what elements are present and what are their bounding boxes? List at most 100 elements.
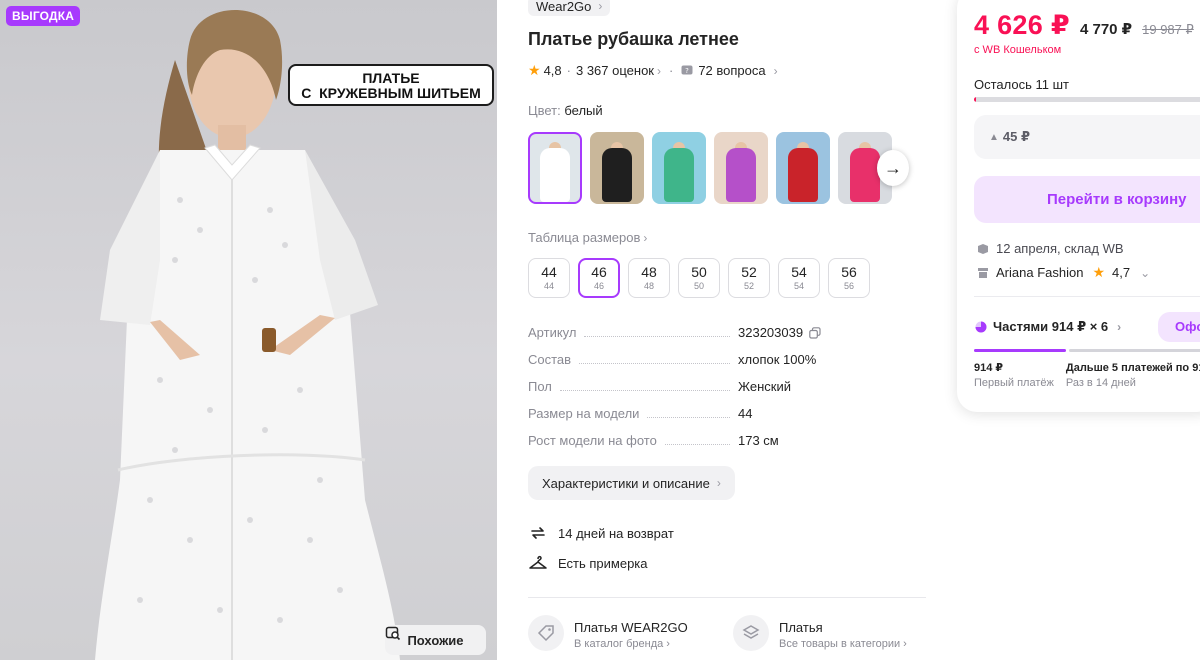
color-swatch-red[interactable] — [776, 132, 830, 204]
similar-button[interactable]: Похожие — [385, 625, 486, 655]
size-eu: 50 — [693, 281, 704, 291]
go-to-cart-button[interactable]: Перейти в корзину — [974, 176, 1200, 223]
param-value: 323203039 — [738, 325, 821, 340]
size-option[interactable]: 48 48 — [628, 258, 670, 298]
size-table-link[interactable]: Таблица размеров › — [528, 230, 647, 245]
param-row: Пол Женский — [528, 379, 928, 406]
tag-icon — [528, 615, 564, 651]
param-row: Размер на модели 44 — [528, 406, 928, 433]
param-dots — [664, 433, 730, 445]
stock-bar — [974, 97, 1200, 102]
color-swatches — [528, 132, 892, 204]
color-swatch-white[interactable] — [528, 132, 582, 204]
category-title: Платья — [779, 620, 823, 635]
wallet-price: 4 626 ₽ — [974, 10, 1070, 40]
triangle-up-icon: ▲ — [989, 131, 999, 143]
installments-progress — [974, 349, 1200, 352]
returns-text: 14 дней на возврат — [558, 525, 674, 541]
price-row: 4 626 ₽ 4 770 ₽ 19 987 ₽ — [974, 10, 1194, 41]
reviews-link[interactable]: 3 367 оценок › — [576, 63, 661, 78]
size-option[interactable]: 54 54 — [778, 258, 820, 298]
swatch-dress — [540, 148, 570, 202]
param-row: Состав хлопок 100% — [528, 352, 928, 379]
description-button[interactable]: Характеристики и описание › — [528, 466, 735, 500]
param-dots — [559, 379, 730, 391]
size-ru: 52 — [741, 264, 757, 280]
size-table-label: Таблица размеров — [528, 230, 641, 245]
param-value-text: 44 — [738, 406, 753, 421]
param-key: Пол — [528, 379, 738, 395]
size-eu: 54 — [793, 281, 804, 291]
param-key: Артикул — [528, 325, 738, 341]
param-key-text: Размер на модели — [528, 406, 640, 421]
copy-icon[interactable] — [809, 326, 821, 339]
description-button-label: Характеристики и описание — [542, 475, 710, 491]
size-option[interactable]: 50 50 — [678, 258, 720, 298]
return-arrows-icon — [531, 527, 545, 539]
question-bubble-icon: ? — [681, 65, 693, 75]
size-option[interactable]: 56 56 — [828, 258, 870, 298]
next-arrow-icon[interactable]: → — [877, 150, 909, 186]
seller-name: Ariana Fashion — [996, 265, 1084, 280]
photo-caption-line-1: ПЛАТЬЕ — [362, 70, 420, 86]
size-ru: 48 — [641, 264, 657, 280]
param-value: 44 — [738, 406, 752, 421]
swatch-dress — [850, 148, 880, 202]
price-drop-box[interactable]: ▲ 45 ₽ — [974, 115, 1200, 159]
param-key: Состав — [528, 352, 738, 368]
category-sub: Все товары в категории › — [779, 638, 907, 650]
first-payment: 914 ₽ Первый платёж — [974, 361, 1054, 389]
stock-text: Осталось 11 шт — [974, 77, 1069, 92]
seller-link[interactable]: Ariana Fashion ★ 4,7 ⌄ — [977, 264, 1150, 281]
color-swatch-black[interactable] — [590, 132, 644, 204]
size-eu: 52 — [743, 281, 754, 291]
color-swatch-violet[interactable] — [714, 132, 768, 204]
seller-rating: 4,7 — [1112, 265, 1131, 280]
delivery-info: 12 апреля, склад WB — [977, 241, 1124, 256]
divider — [974, 296, 1200, 297]
swatch-dress — [602, 148, 632, 202]
delivery-date: 12 апреля, склад WB — [996, 241, 1124, 256]
next-payments-sub: Раз в 14 дней — [1065, 377, 1136, 389]
chevron-right-icon: › — [656, 64, 661, 78]
price-card: 4 626 ₽ 4 770 ₽ 19 987 ₽ с WB Кошельком … — [957, 0, 1200, 412]
photo-caption-line-2: С КРУЖЕВНЫМ ШИТЬЕМ — [301, 85, 481, 101]
swatch-dress — [664, 148, 694, 202]
fitting-text: Есть примерка — [558, 555, 648, 571]
param-key-text: Рост модели на фото — [528, 433, 657, 448]
param-key-text: Состав — [528, 352, 572, 367]
chevron-down-icon: ⌄ — [1140, 265, 1151, 280]
param-key: Размер на модели — [528, 406, 738, 422]
installments-link[interactable]: Частями 914 ₽ × 6 › — [975, 319, 1121, 335]
size-option[interactable]: 44 44 — [528, 258, 570, 298]
image-search-icon — [385, 626, 401, 641]
size-option[interactable]: 52 52 — [728, 258, 770, 298]
param-key-text: Артикул — [528, 325, 577, 340]
size-eu: 46 — [593, 281, 604, 291]
hanger-icon — [529, 555, 547, 569]
next-payments: Дальше 5 платежей по 914 ₽ Раз в 14 дней — [1066, 361, 1200, 389]
questions-link[interactable]: ? 72 вопроса › — [681, 63, 778, 78]
old-price: 19 987 ₽ — [1142, 22, 1194, 37]
installments-schedule: 914 ₽ Первый платёж Дальше 5 платежей по… — [974, 361, 1200, 389]
photo-caption: ПЛАТЬЕ С КРУЖЕВНЫМ ШИТЬЕМ — [288, 64, 494, 106]
brand-catalog-link[interactable]: Платья WEAR2GO В каталог бренда › — [528, 615, 688, 651]
brand-link[interactable]: Wear2Go › — [528, 0, 611, 16]
questions-count: 72 вопроса — [698, 63, 766, 78]
size-option[interactable]: 46 46 — [578, 258, 620, 298]
color-value: белый — [564, 103, 603, 118]
category-link[interactable]: Платья Все товары в категории › — [733, 615, 907, 651]
param-dots — [584, 325, 730, 337]
deal-badge: ВЫГОДКА — [6, 6, 81, 26]
size-ru: 54 — [791, 264, 807, 280]
color-swatch-green[interactable] — [652, 132, 706, 204]
installment-apply-button[interactable]: Оформить — [1158, 312, 1200, 342]
size-selector: 44 44 46 46 48 48 50 50 52 52 54 54 56 56 — [528, 258, 870, 298]
param-value: хлопок 100% — [738, 352, 816, 367]
product-photo[interactable]: ВЫГОДКА ПЛАТЬЕ С КРУЖЕВНЫМ ШИТЬЕМ Похожи… — [0, 0, 497, 660]
similar-button-label: Похожие — [407, 632, 464, 648]
reviews-count: 3 367 оценок — [575, 63, 654, 78]
wallet-note[interactable]: с WB Кошельком — [974, 44, 1061, 56]
product-params: Артикул 323203039 Состав хлопок 100% Пол Женс… — [528, 325, 928, 460]
brand-catalog-sub: В каталог бренда › — [574, 638, 670, 650]
